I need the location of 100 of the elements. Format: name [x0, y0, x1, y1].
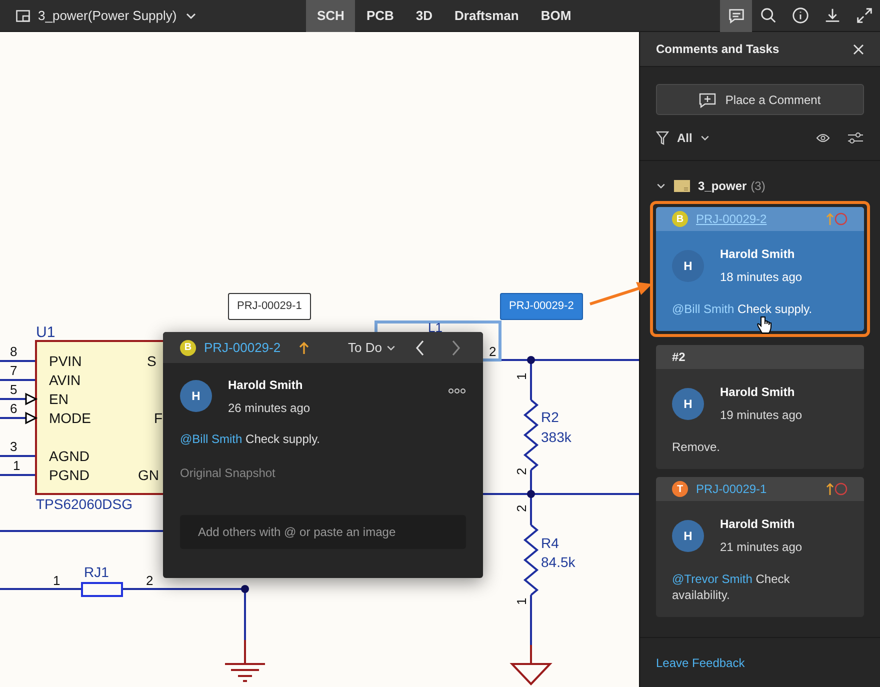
schematic-label: 8 [10, 344, 18, 359]
schematic-label: EN [49, 391, 68, 407]
schematic-label: R2 [541, 409, 559, 425]
schematic-label: 1 [13, 458, 20, 473]
view-tab[interactable]: SCH [306, 0, 356, 32]
timestamp: 18 minutes ago [720, 269, 802, 286]
input-arrow-icon [25, 412, 38, 424]
schematic-label: F [154, 410, 163, 426]
wire [0, 398, 28, 400]
close-icon [853, 44, 864, 54]
schematic-label: 2 [489, 344, 496, 359]
panel-title: Comments and Tasks [656, 41, 780, 58]
visibility-button[interactable] [816, 133, 830, 143]
timestamp: 19 minutes ago [720, 407, 802, 424]
document-icon [674, 180, 690, 192]
snapshot-label: Original Snapshot [180, 465, 276, 482]
chevron-down-icon [700, 133, 710, 143]
user-badge: T [672, 481, 688, 497]
comment-tag[interactable]: PRJ-00029-2 [500, 293, 583, 320]
schematic-label: AGND [49, 448, 90, 464]
more-options-icon [448, 388, 466, 394]
chevron-left-icon [415, 340, 425, 356]
author-name: Harold Smith [228, 377, 304, 394]
user-badge: B [672, 211, 688, 227]
board-icon [16, 10, 30, 22]
feedback-link[interactable]: Leave Feedback [656, 654, 745, 672]
avatar: H [672, 520, 704, 552]
schematic-label: TPS62060DSG [36, 496, 132, 512]
comment-id[interactable]: PRJ-00029-1 [696, 480, 767, 498]
schematic-label: 84.5k [541, 554, 576, 570]
ground-symbol [224, 639, 266, 682]
view-tab[interactable]: PCB [355, 0, 405, 32]
settings-button[interactable] [847, 131, 864, 145]
schematic-label: 2 [514, 504, 529, 512]
comment-id[interactable]: PRJ-00029-2 [204, 338, 281, 358]
avatar: H [180, 380, 212, 412]
comment-card[interactable]: #2 H Harold Smith 19 minutes ago Remove. [656, 345, 864, 469]
priority-status-icon [826, 482, 848, 496]
schematic-label: 6 [10, 401, 18, 416]
schematic-label: S [147, 353, 156, 369]
junction-dot [527, 490, 535, 498]
place-comment-button[interactable]: Place a Comment [656, 84, 864, 115]
avatar: H [672, 388, 704, 420]
schematic-label: U1 [36, 324, 56, 341]
ground-symbol [511, 644, 552, 685]
status-dropdown[interactable]: To Do [348, 338, 396, 358]
schematic-label: 7 [10, 363, 18, 378]
comment-text: @Bill Smith Check supply. [672, 301, 814, 317]
selected-comment-card[interactable]: B PRJ-00029-2 H Harold Smith 18 minutes ago @Bill Smith Check supply. [656, 207, 864, 331]
comment-card[interactable]: T PRJ-00029-1 H Harold Smith 21 minutes ago @Trevor Smith Check availability. [656, 477, 864, 617]
expand-icon [854, 6, 874, 25]
project-title: 3_power(Power Supply) [38, 6, 177, 25]
resistor-symbol [523, 524, 539, 596]
schematic-label: AVIN [49, 372, 81, 388]
hand-cursor-icon [756, 316, 772, 334]
filter-icon [656, 131, 669, 145]
group-header[interactable]: 3_power (3) [640, 177, 880, 195]
search-icon [758, 6, 778, 25]
author-name: Harold Smith [720, 246, 796, 263]
view-tab[interactable]: BOM [530, 0, 582, 32]
junction-dot [241, 585, 249, 593]
comment-icon [726, 6, 746, 25]
schematic-label: 1 [53, 573, 60, 588]
schematic-label: PVIN [49, 353, 82, 369]
eye-icon [816, 133, 830, 143]
schematic-label: 1 [514, 372, 529, 380]
avatar: H [672, 250, 704, 282]
close-button[interactable] [853, 44, 864, 54]
comment-text: Remove. [672, 439, 722, 455]
schematic-label: RJ1 [84, 564, 109, 580]
author-name: Harold Smith [720, 384, 796, 401]
schematic-label: 3 [10, 439, 18, 454]
schematic-label: 2 [514, 468, 529, 475]
comment-tag[interactable]: PRJ-00029-1 [228, 293, 311, 320]
user-badge: B [180, 340, 196, 356]
schematic-label: MODE [49, 410, 91, 426]
schematic-label: PGND [49, 467, 90, 483]
reply-field[interactable]: Add others with @ or paste an image [180, 515, 466, 549]
timestamp: 21 minutes ago [720, 539, 802, 556]
schematic-label: 2 [146, 573, 154, 588]
sliders-icon [847, 131, 864, 145]
resistor-symbol [81, 582, 123, 597]
comment-button[interactable] [720, 0, 752, 32]
wire [0, 417, 28, 419]
view-tab[interactable]: Draftsman [444, 0, 530, 32]
wire [0, 379, 36, 381]
schematic-label: 383k [541, 429, 572, 445]
input-arrow-icon [25, 392, 38, 406]
filter-dropdown[interactable]: All [656, 129, 710, 147]
comment-text: @Trevor Smith Check availability. [672, 571, 791, 603]
chevron-right-icon [451, 340, 461, 356]
schematic-label: 5 [10, 382, 18, 397]
schematic-label: 1 [514, 598, 529, 605]
priority-status-icon [826, 212, 848, 226]
priority-arrow-icon [298, 340, 309, 354]
comment-text: @Bill Smith Check supply. [180, 431, 322, 448]
schematic-label: L1 [428, 320, 442, 335]
view-tab[interactable]: 3D [404, 0, 444, 32]
timestamp: 26 minutes ago [228, 400, 310, 417]
schematic-label: GN [138, 467, 159, 483]
